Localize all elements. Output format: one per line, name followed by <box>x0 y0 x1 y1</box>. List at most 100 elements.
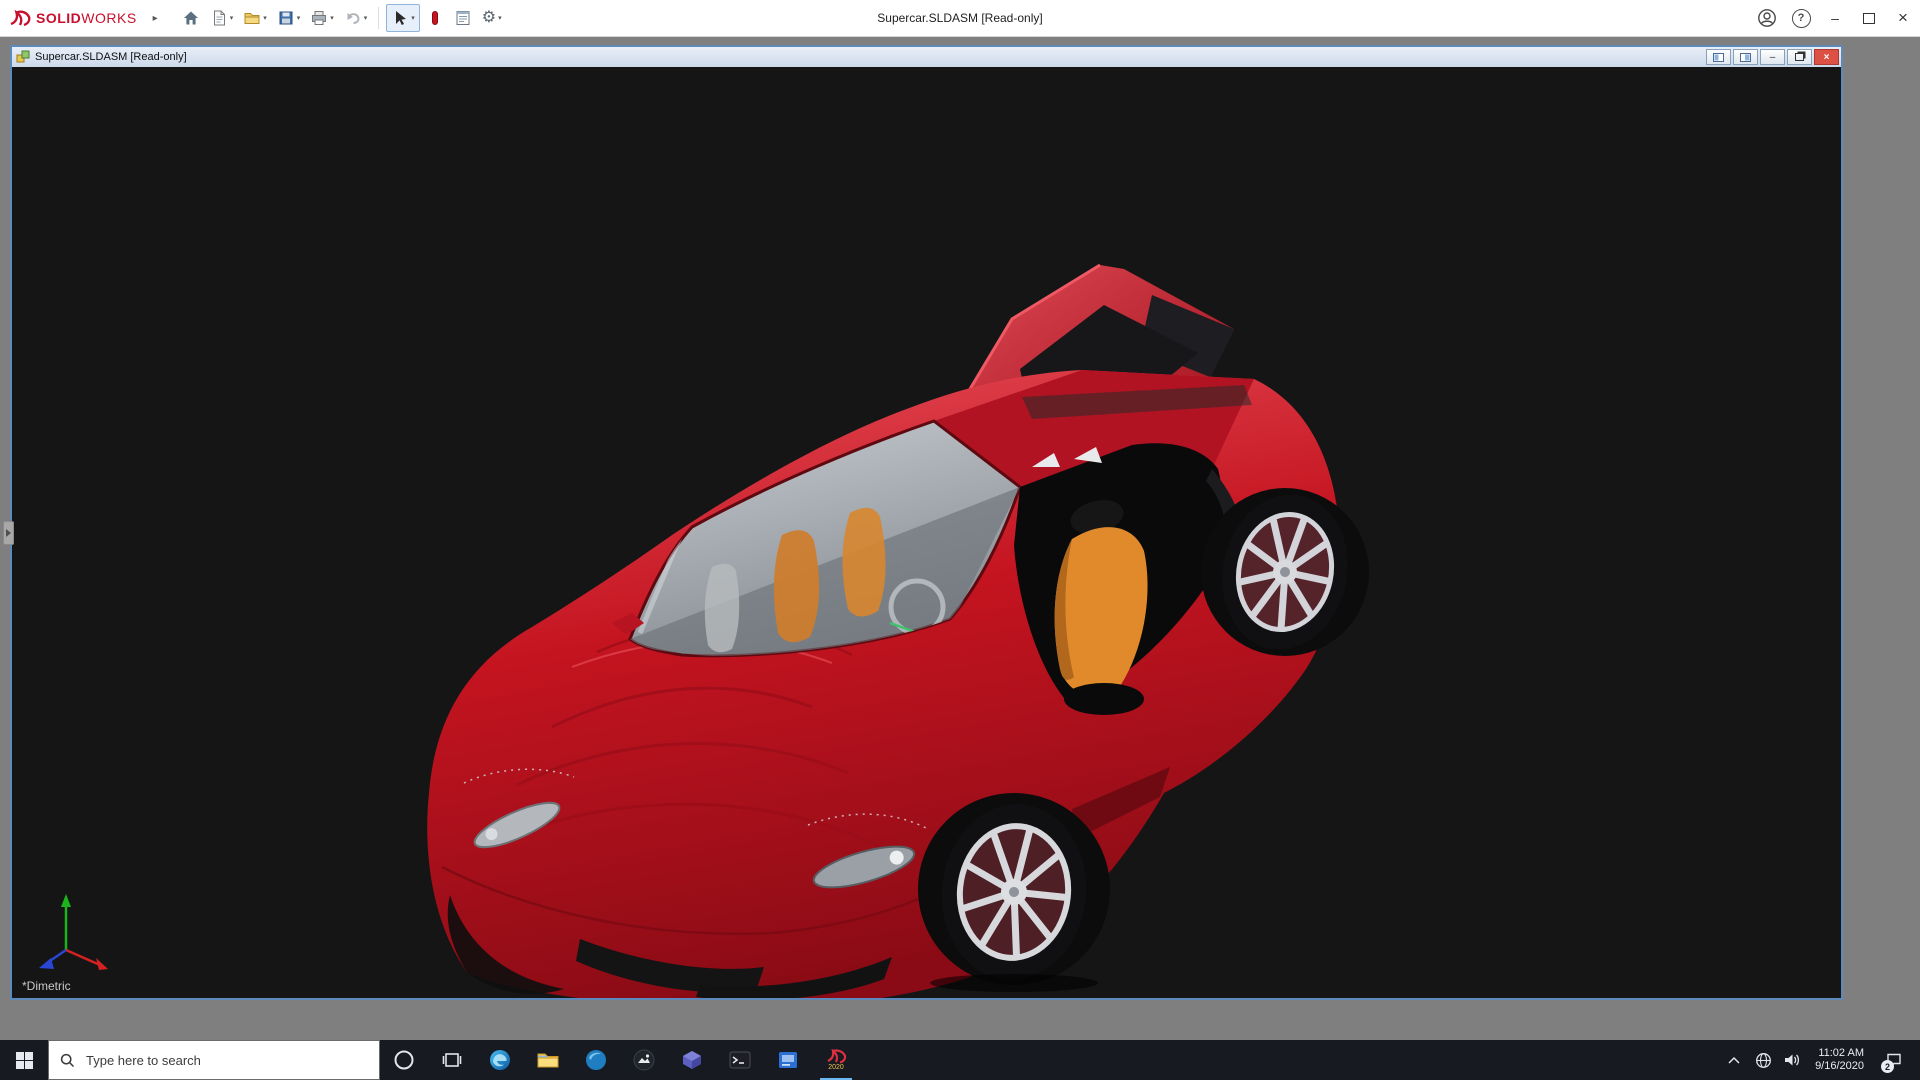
start-button[interactable] <box>0 1040 48 1080</box>
3d-cube-icon <box>680 1048 704 1072</box>
account-icon <box>1757 8 1777 28</box>
windows-start-icon <box>16 1052 33 1069</box>
taskbar-browser-button[interactable] <box>572 1040 620 1080</box>
windows-taskbar: 2020 11:02 AM 9/16/2020 2 <box>0 1040 1920 1080</box>
solidworks-logo-icon <box>8 9 32 28</box>
minimize-icon: – <box>1831 10 1839 26</box>
select-pointer-icon <box>391 9 409 27</box>
taskbar-task-view-button[interactable] <box>428 1040 476 1080</box>
close-button[interactable]: × <box>1886 0 1920 36</box>
solidworks-logo: SOLIDWORKS ▸ <box>0 9 158 28</box>
doc-restore-button[interactable] <box>1787 49 1812 65</box>
new-document-button[interactable]: ▾ <box>206 4 238 32</box>
document-window-controls: – × <box>1706 49 1839 65</box>
browser-icon <box>584 1048 608 1072</box>
clock-time: 11:02 AM <box>1815 1047 1864 1060</box>
account-button[interactable] <box>1750 0 1784 36</box>
assembly-document-icon <box>16 50 30 64</box>
system-tray: 11:02 AM 9/16/2020 2 <box>1723 1040 1920 1080</box>
app-titlebar: SOLIDWORKS ▸ ▾ ▾ ▾ ▾ <box>0 0 1920 37</box>
home-button[interactable] <box>178 4 204 32</box>
dropdown-caret-icon[interactable]: ▾ <box>498 14 502 22</box>
taskbar-3d-viewer-button[interactable] <box>668 1040 716 1080</box>
dropdown-caret-icon[interactable]: ▾ <box>263 14 267 22</box>
menu-expand-chevron[interactable]: ▸ <box>153 13 158 24</box>
orientation-triad[interactable] <box>30 882 114 972</box>
save-icon <box>277 9 295 27</box>
report-icon <box>454 9 472 27</box>
doc-minimize-icon: – <box>1770 52 1776 63</box>
doc-close-button[interactable]: × <box>1814 49 1839 65</box>
supercar-model <box>12 67 1841 998</box>
volume-button[interactable] <box>1781 1040 1803 1080</box>
toolbar-separator <box>378 7 379 29</box>
photos-icon <box>632 1048 656 1072</box>
viewport-toggle-button[interactable] <box>1706 49 1731 65</box>
network-globe-icon <box>1755 1052 1772 1069</box>
undo-button[interactable]: ▾ <box>340 4 372 32</box>
featuremanager-expand-handle[interactable] <box>3 521 14 545</box>
select-pointer-button[interactable]: ▾ <box>386 4 420 32</box>
document-window: Supercar.SLDASM [Read-only] – × <box>10 45 1843 1000</box>
help-button[interactable]: ? <box>1784 0 1818 36</box>
view-orientation-label: *Dimetric <box>22 979 71 993</box>
taskbar-cortana-button[interactable] <box>380 1040 428 1080</box>
taskbar-search[interactable] <box>48 1040 380 1080</box>
open-button[interactable]: ▾ <box>239 4 271 32</box>
tray-overflow-button[interactable] <box>1723 1040 1745 1080</box>
media-app-icon <box>776 1048 800 1072</box>
taskbar-photos-button[interactable] <box>620 1040 668 1080</box>
viewport-toggle2-button[interactable] <box>1733 49 1758 65</box>
taskbar-media-app-button[interactable] <box>764 1040 812 1080</box>
solidworks-year-label: 2020 <box>828 1064 844 1072</box>
print-button[interactable]: ▾ <box>306 4 338 32</box>
search-input[interactable] <box>84 1052 358 1069</box>
doc-restore-icon <box>1795 53 1804 61</box>
graphics-viewport[interactable]: *Dimetric <box>12 67 1841 998</box>
doc-close-icon: × <box>1824 52 1830 63</box>
dropdown-caret-icon[interactable]: ▾ <box>230 14 234 22</box>
file-explorer-icon <box>536 1048 560 1072</box>
dropdown-caret-icon[interactable]: ▾ <box>330 14 334 22</box>
taskbar-terminal-button[interactable] <box>716 1040 764 1080</box>
split-view-right-icon <box>1740 53 1751 62</box>
notification-badge: 2 <box>1881 1060 1894 1073</box>
settings-gear-icon: ⚙ <box>482 10 496 26</box>
brand-works: WORKS <box>81 10 136 26</box>
edge-browser-icon <box>488 1048 512 1072</box>
chevron-up-icon <box>1727 1056 1741 1065</box>
doc-minimize-button[interactable]: – <box>1760 49 1785 65</box>
search-icon <box>60 1053 75 1068</box>
speaker-icon <box>1783 1052 1801 1068</box>
task-view-icon <box>442 1050 462 1070</box>
action-center-button[interactable]: 2 <box>1876 1040 1912 1080</box>
maximize-icon <box>1863 13 1875 24</box>
taskbar-file-explorer-button[interactable] <box>524 1040 572 1080</box>
brand-solid: SOLID <box>36 10 81 26</box>
open-folder-icon <box>243 9 261 27</box>
taskbar-solidworks-button[interactable]: 2020 <box>812 1040 860 1080</box>
undo-icon <box>344 9 362 27</box>
report-button[interactable] <box>450 4 476 32</box>
new-document-icon <box>210 9 228 27</box>
document-titlebar[interactable]: Supercar.SLDASM [Read-only] – × <box>12 47 1841 67</box>
save-button[interactable]: ▾ <box>273 4 305 32</box>
print-icon <box>310 9 328 27</box>
clock-date: 9/16/2020 <box>1815 1060 1864 1073</box>
minimize-button[interactable]: – <box>1818 0 1852 36</box>
app-window-controls: ? – × <box>1750 0 1920 36</box>
red-capsule-icon <box>426 9 444 27</box>
document-title: Supercar.SLDASM [Read-only] <box>35 51 187 63</box>
dropdown-caret-icon[interactable]: ▾ <box>411 14 415 22</box>
terminal-icon <box>728 1048 752 1072</box>
network-button[interactable] <box>1752 1040 1774 1080</box>
expand-arrow-icon <box>6 529 11 537</box>
help-icon: ? <box>1792 9 1811 28</box>
options-button[interactable]: ⚙ ▾ <box>478 4 506 32</box>
maximize-button[interactable] <box>1852 0 1886 36</box>
dropdown-caret-icon[interactable]: ▾ <box>364 14 368 22</box>
taskbar-edge-button[interactable] <box>476 1040 524 1080</box>
dropdown-caret-icon[interactable]: ▾ <box>297 14 301 22</box>
taskbar-clock[interactable]: 11:02 AM 9/16/2020 <box>1810 1047 1869 1073</box>
red-capsule-button[interactable] <box>422 4 448 32</box>
